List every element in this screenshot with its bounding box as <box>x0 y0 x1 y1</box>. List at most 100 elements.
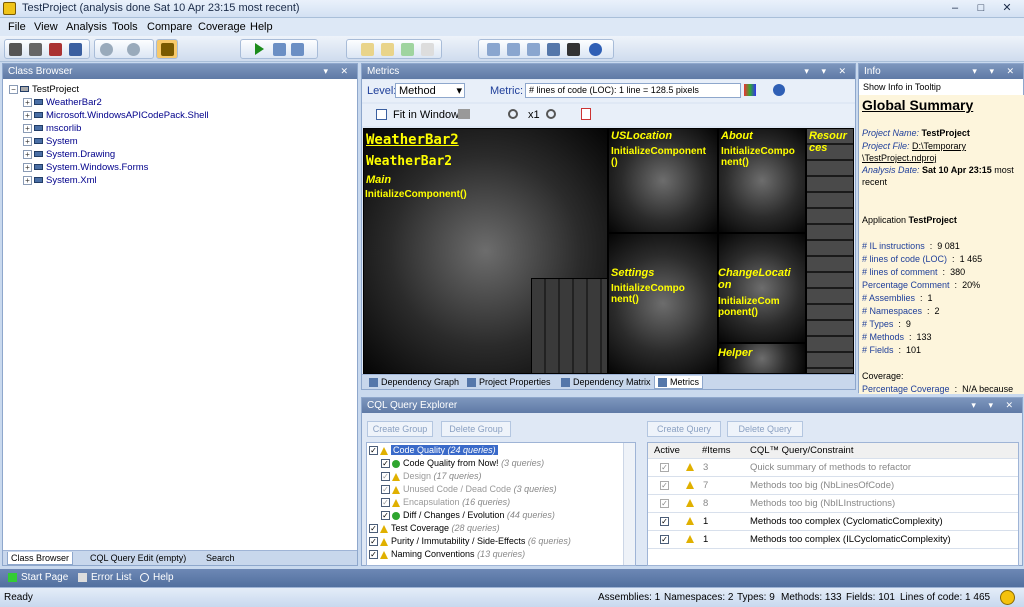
info-value[interactable]: \TestProject.ndproj <box>862 153 937 163</box>
maximize-button[interactable]: □ <box>968 1 994 16</box>
table-row[interactable]: ✓ 7 Methods too big (NbLinesOfCode) <box>648 477 1018 495</box>
menu-view[interactable]: View <box>34 21 58 33</box>
tab-project-properties[interactable]: Project Properties <box>464 376 554 389</box>
document-icon[interactable] <box>401 43 414 56</box>
tab-class-browser[interactable]: Class Browser <box>7 552 74 565</box>
back-icon[interactable] <box>100 43 113 56</box>
treemap-cell-uslocation[interactable] <box>608 128 718 233</box>
tree-item[interactable]: + System.Xml <box>23 175 97 186</box>
checkbox[interactable]: ✓ <box>381 459 390 469</box>
table-row[interactable]: ✓ 3 Quick summary of methods to refactor <box>648 459 1018 477</box>
treemap-cell-resources[interactable] <box>806 128 854 374</box>
expand-icon[interactable]: + <box>23 136 32 146</box>
tab-dependency-graph[interactable]: Dependency Graph <box>366 376 462 389</box>
query-group[interactable]: ✓ Design (17 queries) <box>381 471 482 482</box>
tree-root[interactable]: − TestProject <box>9 84 79 95</box>
error-list-button[interactable]: Error List <box>78 572 132 583</box>
metrics-treemap[interactable]: WeatherBar2 WeatherBar2 Main InitializeC… <box>363 128 854 374</box>
table-icon[interactable] <box>527 43 540 56</box>
query-group[interactable]: ✓ Test Coverage (28 queries) <box>369 523 500 534</box>
expand-icon[interactable]: + <box>23 97 32 107</box>
window-icon[interactable] <box>291 43 304 56</box>
table-row[interactable]: ✓ 8 Methods too big (NbILInstructions) <box>648 495 1018 513</box>
query-group[interactable]: ✓ Naming Conventions (13 queries) <box>369 549 525 560</box>
help-icon[interactable] <box>589 43 602 56</box>
menu-coverage[interactable]: Coverage <box>198 21 246 33</box>
binoculars-icon[interactable] <box>49 43 62 56</box>
checkbox[interactable]: ✓ <box>369 524 378 534</box>
camera-icon[interactable] <box>458 109 470 119</box>
panel-buttons-icon[interactable]: ▾ ▾ ✕ <box>972 64 1019 79</box>
checkbox[interactable]: ✓ <box>381 511 390 521</box>
tree-item[interactable]: + WeatherBar2 <box>23 97 102 108</box>
checkbox[interactable]: ✓ <box>660 462 669 472</box>
create-query-button[interactable]: Create Query <box>647 421 721 437</box>
tab-metrics[interactable]: Metrics <box>654 376 703 389</box>
tab-search[interactable]: Search <box>203 552 238 565</box>
checkbox[interactable]: ✓ <box>369 446 378 456</box>
treemap-cell-small[interactable] <box>531 278 608 374</box>
scrollbar[interactable] <box>623 443 635 565</box>
zoom-in-icon[interactable] <box>508 109 518 119</box>
cql-icon[interactable] <box>567 43 580 56</box>
play-icon[interactable] <box>255 43 264 55</box>
expand-icon[interactable]: + <box>23 149 32 159</box>
table-row[interactable]: ✓ 1 Methods too complex (ILCyclomaticCom… <box>648 531 1018 549</box>
expand-icon[interactable]: + <box>23 110 32 120</box>
checkbox[interactable]: ✓ <box>660 534 669 544</box>
status-indicator-icon[interactable] <box>1000 590 1015 605</box>
delete-group-button[interactable]: Delete Group <box>441 421 511 437</box>
query-group[interactable]: ✓ Encapsulation (16 queries) <box>381 497 510 508</box>
close-button[interactable]: ✕ <box>994 1 1020 16</box>
checkbox[interactable]: ✓ <box>381 472 390 482</box>
info-value[interactable]: D:\Temporary <box>912 141 966 151</box>
delete-query-button[interactable]: Delete Query <box>727 421 803 437</box>
column-header-query[interactable]: CQL™ Query/Constraint <box>750 445 853 456</box>
metric-select[interactable]: # lines of code (LOC): 1 line = 128.5 pi… <box>525 83 741 98</box>
menu-file[interactable]: File <box>8 21 26 33</box>
metrics-icon[interactable] <box>547 43 560 56</box>
column-header-items[interactable]: #Items <box>702 445 731 456</box>
pin-icon[interactable]: ▾ ✕ <box>323 64 353 79</box>
help-icon[interactable] <box>773 84 785 96</box>
tree-item[interactable]: + System.Drawing <box>23 149 115 160</box>
matrix-icon[interactable] <box>507 43 520 56</box>
query-group[interactable]: ✓ Unused Code / Dead Code (3 queries) <box>381 484 557 495</box>
menu-help[interactable]: Help <box>250 21 273 33</box>
document-icon[interactable] <box>361 43 374 56</box>
report-icon[interactable] <box>273 43 286 56</box>
query-group[interactable]: ✓ Diff / Changes / Evolution (44 queries) <box>381 510 555 521</box>
binoculars-icon[interactable] <box>9 43 22 56</box>
document-icon[interactable] <box>381 43 394 56</box>
checkbox[interactable]: ✓ <box>369 537 378 547</box>
tree-icon[interactable] <box>161 43 174 56</box>
create-group-button[interactable]: Create Group <box>367 421 433 437</box>
help-button[interactable]: Help <box>140 572 174 583</box>
expand-icon[interactable]: + <box>23 162 32 172</box>
menu-compare[interactable]: Compare <box>147 21 192 33</box>
graph-icon[interactable] <box>487 43 500 56</box>
show-info-tooltip-toggle[interactable]: Show Info in Tooltip <box>863 82 941 92</box>
query-group[interactable]: ✓ Purity / Immutability / Side-Effects (6… <box>369 536 571 547</box>
column-header-active[interactable]: Active <box>654 445 680 456</box>
checkbox[interactable]: ✓ <box>660 480 669 490</box>
checkbox[interactable]: ✓ <box>660 516 669 526</box>
document-icon[interactable] <box>421 43 434 56</box>
tree-item[interactable]: + System.Windows.Forms <box>23 162 148 173</box>
panel-buttons-icon[interactable]: ▾ ▾ ✕ <box>804 64 851 79</box>
export-icon[interactable] <box>581 108 591 120</box>
tree-item[interactable]: + mscorlib <box>23 123 81 134</box>
treemap-cell-about[interactable] <box>718 128 806 233</box>
cql-icon[interactable] <box>69 43 82 56</box>
query-group[interactable]: ✓ Code Quality (24 queries) <box>369 445 498 456</box>
color-scale-icon[interactable] <box>744 84 756 96</box>
checkbox[interactable]: ✓ <box>660 498 669 508</box>
expand-icon[interactable]: + <box>23 175 32 185</box>
menu-tools[interactable]: Tools <box>112 21 138 33</box>
tree-item[interactable]: + Microsoft.WindowsAPICodePack.Shell <box>23 110 209 121</box>
level-select[interactable]: Method ▾ <box>395 83 465 98</box>
checkbox[interactable]: ✓ <box>381 485 390 495</box>
panel-buttons-icon[interactable]: ▾ ▾ ✕ <box>971 398 1018 413</box>
checkbox[interactable]: ✓ <box>381 498 390 508</box>
table-row[interactable]: ✓ 1 Methods too complex (CyclomaticCompl… <box>648 513 1018 531</box>
